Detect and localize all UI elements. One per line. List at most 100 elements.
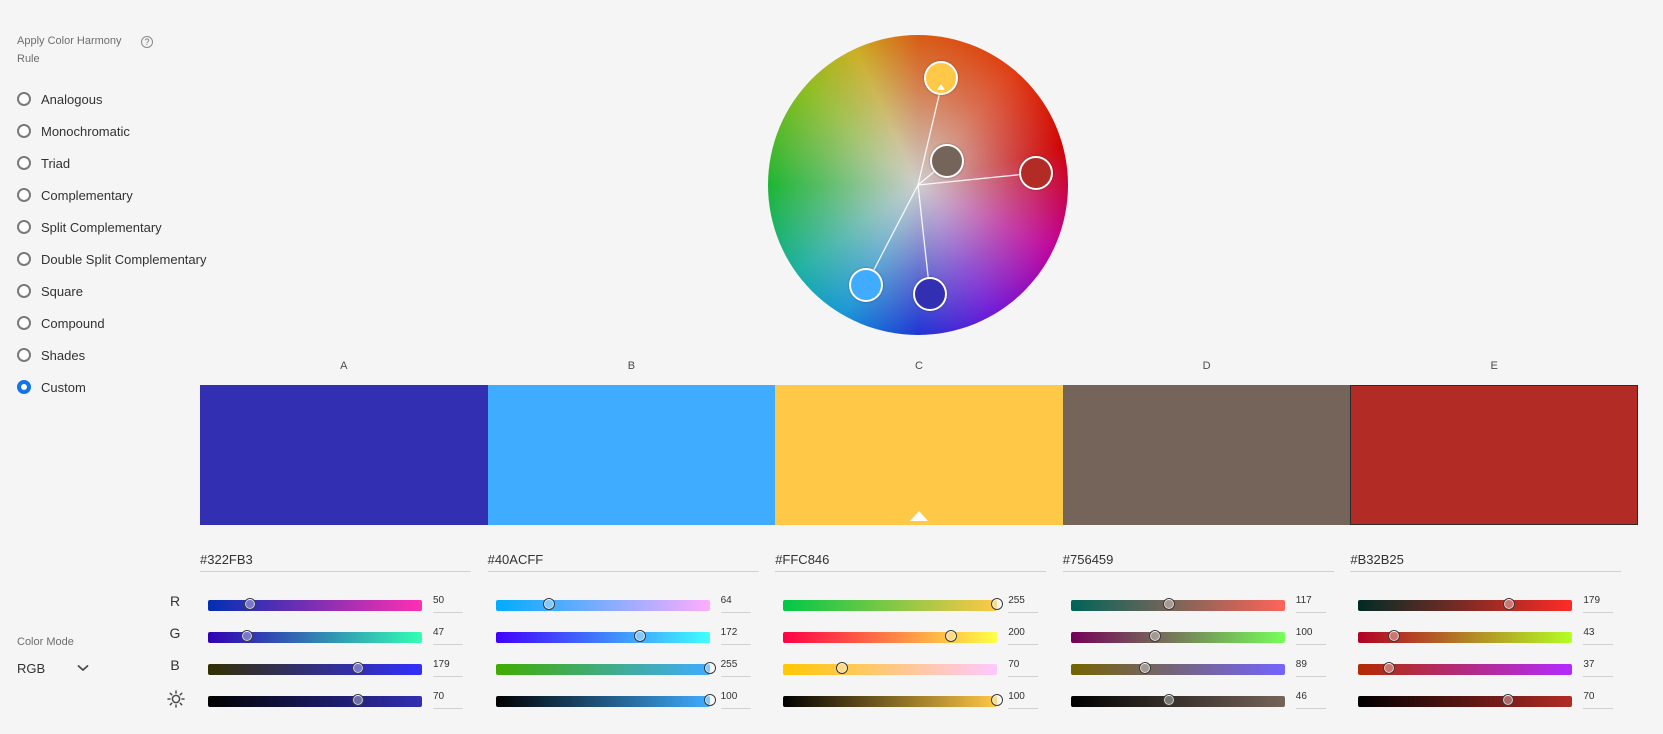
g-value-input[interactable]: 47 <box>433 625 463 645</box>
radio-unselected-icon[interactable] <box>17 252 31 266</box>
brightness-value-input[interactable]: 100 <box>1008 689 1039 709</box>
g-slider-track[interactable] <box>208 632 422 643</box>
color-swatch-e[interactable] <box>1350 385 1638 525</box>
harmony-rule-option[interactable]: Square <box>17 275 206 307</box>
r-value-input[interactable]: 50 <box>433 593 463 613</box>
radio-selected-icon[interactable] <box>17 380 31 394</box>
r-slider-thumb[interactable] <box>243 598 256 610</box>
b-slider-thumb[interactable] <box>703 662 716 674</box>
g-value-input[interactable]: 43 <box>1583 625 1614 645</box>
harmony-left-panel: Apply Color Harmony Rule ? Analogous Mono… <box>0 0 206 734</box>
g-slider-row: 200 <box>783 625 1053 653</box>
r-value-input[interactable]: 255 <box>1008 593 1039 613</box>
brightness-slider-row: 70 <box>208 689 478 717</box>
radio-unselected-icon[interactable] <box>17 156 31 170</box>
harmony-rule-label: Square <box>41 283 83 299</box>
b-slider-row: 255 <box>495 657 766 685</box>
g-slider-track[interactable] <box>1070 632 1285 643</box>
g-value-input[interactable]: 100 <box>1295 625 1326 645</box>
color-swatch-c[interactable] <box>775 385 1063 525</box>
g-slider-track[interactable] <box>495 632 710 643</box>
g-slider-track[interactable] <box>783 632 998 643</box>
color-swatch-a[interactable] <box>200 385 488 525</box>
brightness-slider-track[interactable] <box>1070 696 1285 707</box>
channel-label-r: R <box>169 593 181 609</box>
brightness-slider-track[interactable] <box>495 696 710 707</box>
harmony-rule-option[interactable]: Custom <box>17 371 206 403</box>
r-slider-thumb[interactable] <box>1502 598 1515 610</box>
wheel-handle-c[interactable] <box>924 61 958 95</box>
b-value-input[interactable]: 179 <box>433 657 463 677</box>
radio-unselected-icon[interactable] <box>17 284 31 298</box>
r-slider-thumb[interactable] <box>991 598 1004 610</box>
g-slider-thumb[interactable] <box>1148 630 1161 642</box>
radio-unselected-icon[interactable] <box>17 92 31 106</box>
b-slider-track[interactable] <box>495 664 710 675</box>
help-icon[interactable]: ? <box>141 36 153 48</box>
b-value-input[interactable]: 37 <box>1583 657 1614 677</box>
wheel-handle-a[interactable] <box>913 277 947 311</box>
radio-unselected-icon[interactable] <box>17 124 31 138</box>
b-slider-track[interactable] <box>783 664 998 675</box>
harmony-rule-option[interactable]: Triad <box>17 147 206 179</box>
g-value-input[interactable]: 172 <box>720 625 751 645</box>
r-value-input[interactable]: 117 <box>1295 593 1326 613</box>
color-wheel[interactable] <box>768 35 1068 335</box>
brightness-value-input[interactable]: 70 <box>1583 689 1614 709</box>
b-value-input[interactable]: 89 <box>1295 657 1326 677</box>
r-slider-track[interactable] <box>783 600 998 611</box>
r-slider-row: 179 <box>1358 593 1628 621</box>
g-slider-row: 172 <box>495 625 766 653</box>
r-slider-row: 64 <box>495 593 766 621</box>
wheel-handle-b[interactable] <box>849 268 883 302</box>
radio-unselected-icon[interactable] <box>17 188 31 202</box>
brightness-value-input[interactable]: 46 <box>1295 689 1326 709</box>
b-slider-track[interactable] <box>208 664 422 675</box>
b-value-input[interactable]: 70 <box>1008 657 1039 677</box>
brightness-slider-thumb[interactable] <box>703 694 716 706</box>
b-value-input[interactable]: 255 <box>720 657 751 677</box>
radio-unselected-icon[interactable] <box>17 348 31 362</box>
color-mode-select[interactable]: RGB <box>17 656 91 680</box>
r-value-input[interactable]: 64 <box>720 593 751 613</box>
hex-input[interactable]: #FFC846 <box>775 548 1047 572</box>
brightness-slider-track[interactable] <box>1358 696 1573 707</box>
brightness-slider-thumb[interactable] <box>991 694 1004 706</box>
b-slider-track[interactable] <box>1070 664 1285 675</box>
brightness-slider-track[interactable] <box>208 696 422 707</box>
harmony-rule-option[interactable]: Shades <box>17 339 206 371</box>
harmony-rule-option[interactable]: Monochromatic <box>17 115 206 147</box>
brightness-slider-row: 100 <box>495 689 766 717</box>
brightness-value-input[interactable]: 70 <box>433 689 463 709</box>
hex-input[interactable]: #B32B25 <box>1350 548 1622 572</box>
harmony-rule-option[interactable]: Split Complementary <box>17 211 206 243</box>
color-swatch-d[interactable] <box>1062 385 1351 525</box>
hex-input[interactable]: #756459 <box>1062 548 1334 572</box>
harmony-rule-option[interactable]: Analogous <box>17 83 206 115</box>
radio-unselected-icon[interactable] <box>17 316 31 330</box>
b-slider-thumb[interactable] <box>835 662 848 674</box>
radio-unselected-icon[interactable] <box>17 220 31 234</box>
harmony-rule-option[interactable]: Complementary <box>17 179 206 211</box>
r-slider-thumb[interactable] <box>1162 598 1175 610</box>
g-slider-thumb[interactable] <box>633 630 646 642</box>
r-value-input[interactable]: 179 <box>1583 593 1614 613</box>
hex-input[interactable]: #40ACFF <box>487 548 759 572</box>
hex-input[interactable]: #322FB3 <box>200 548 471 572</box>
b-slider-row: 37 <box>1358 657 1628 685</box>
g-value-input[interactable]: 200 <box>1008 625 1039 645</box>
harmony-rule-label: Shades <box>41 347 86 363</box>
r-slider-track[interactable] <box>1358 600 1573 611</box>
r-slider-track[interactable] <box>1070 600 1285 611</box>
g-slider-thumb[interactable] <box>945 630 958 642</box>
color-swatch-b[interactable] <box>487 385 776 525</box>
brightness-slider-track[interactable] <box>783 696 998 707</box>
r-slider-track[interactable] <box>495 600 710 611</box>
harmony-rule-option[interactable]: Double Split Complementary <box>17 243 206 275</box>
brightness-value-input[interactable]: 100 <box>720 689 751 709</box>
harmony-rule-option[interactable]: Compound <box>17 307 206 339</box>
wheel-handle-e[interactable] <box>1019 156 1053 190</box>
wheel-handle-d[interactable] <box>930 144 964 178</box>
brightness-slider-thumb[interactable] <box>351 694 364 706</box>
r-slider-track[interactable] <box>208 600 422 611</box>
